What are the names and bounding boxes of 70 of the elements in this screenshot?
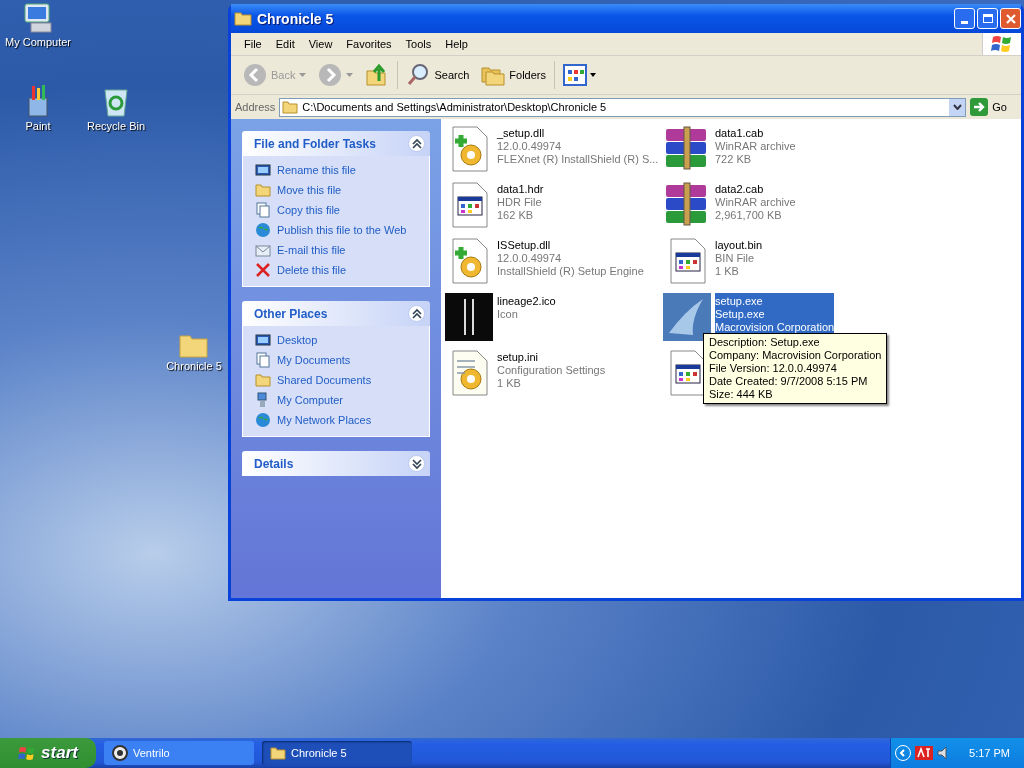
taskbar-button[interactable]: Ventrilo — [104, 741, 254, 765]
menu-item[interactable]: Tools — [398, 38, 439, 50]
file-entry[interactable]: setup.exe Setup.exe Macrovision Corporation — [715, 293, 835, 334]
views-icon — [563, 64, 597, 86]
window-title: Chronicle 5 — [257, 10, 334, 27]
desktop-icon-label[interactable]: My Computer — [5, 36, 71, 48]
menu-item[interactable]: View — [301, 38, 340, 50]
start-button[interactable]: start — [0, 738, 96, 768]
folder-icon[interactable] — [179, 332, 209, 358]
caret-icon — [346, 73, 354, 77]
panel-header[interactable]: Details — [242, 451, 430, 476]
address-field[interactable]: C:\Documents and Settings\Administrator\Desktop\Chronicle 5 — [279, 97, 967, 117]
ring-icon — [112, 745, 128, 761]
windows-flag-icon — [18, 744, 37, 762]
folders-button[interactable]: Folders — [477, 62, 550, 88]
file-tooltip: Description: Setup.exe Company: Macrovision Corporation File Version: 12.0.0.49974 Date Created: 9/7/2008 5:15 PM Size: 444 KB — [703, 333, 888, 404]
go-button[interactable]: Go — [970, 98, 1017, 116]
tray-logo-icon[interactable] — [915, 746, 934, 760]
logo-tile-icon[interactable] — [445, 293, 493, 341]
folder-icon — [234, 11, 252, 26]
copy-icon — [255, 202, 271, 218]
task-link[interactable]: My Computer — [277, 394, 344, 406]
chevron-icon[interactable] — [408, 135, 425, 152]
folder-icon — [270, 746, 286, 760]
clock: 5:17 PM — [969, 747, 1010, 759]
search-button[interactable]: Search — [402, 61, 474, 89]
folder-icon — [255, 372, 271, 388]
address-label: Address — [235, 101, 276, 113]
menu-item[interactable]: Favorites — [339, 38, 399, 50]
documents-icon — [255, 352, 271, 368]
task-link[interactable]: My Documents — [277, 354, 351, 366]
menu-item[interactable]: Help — [438, 38, 475, 50]
computer-icon[interactable] — [21, 2, 55, 34]
task-link[interactable]: Move this file — [277, 184, 342, 196]
folders-icon — [481, 64, 506, 86]
delete-icon — [255, 262, 271, 278]
folder-icon — [282, 100, 299, 114]
minimize-button[interactable] — [954, 8, 975, 29]
caret-icon — [299, 73, 307, 77]
move-icon — [255, 182, 271, 198]
task-link[interactable]: Delete this file — [277, 264, 347, 276]
task-link[interactable]: Desktop — [277, 334, 318, 346]
dropdown-button[interactable] — [949, 98, 966, 116]
panel-header[interactable]: File and Folder Tasks — [242, 131, 430, 156]
publish-icon — [255, 222, 271, 238]
chevron-icon[interactable] — [408, 305, 425, 322]
menu-item[interactable]: File — [237, 38, 269, 50]
desktop-icon-label[interactable]: Chronicle 5 — [166, 360, 222, 372]
task-link[interactable]: Copy this file — [277, 204, 340, 216]
task-link[interactable]: Publish this file to the Web — [277, 224, 407, 236]
caret-icon — [952, 104, 962, 110]
rename-icon — [255, 162, 271, 178]
desktop-icon — [255, 332, 271, 348]
maximize-button[interactable] — [977, 8, 998, 29]
task-link[interactable]: Rename this file — [277, 164, 356, 176]
swoosh-logo-icon[interactable] — [663, 293, 711, 341]
close-button[interactable] — [1000, 8, 1021, 29]
menu-item[interactable]: Edit — [268, 38, 302, 50]
panel-header[interactable]: Other Places — [242, 301, 430, 326]
email-icon — [255, 242, 271, 258]
search-icon — [406, 63, 431, 87]
taskbar-button[interactable]: Chronicle 5 — [262, 741, 412, 765]
network-icon — [255, 412, 271, 428]
chevron-icon[interactable] — [408, 455, 425, 472]
task-link[interactable]: My Network Places — [277, 414, 372, 426]
task-link[interactable]: Shared Documents — [277, 374, 372, 386]
close-icon — [1004, 12, 1017, 25]
desktop-icon-label[interactable]: Paint — [25, 120, 51, 132]
task-link[interactable]: E-mail this file — [277, 244, 346, 256]
desktop-icon-label[interactable]: Recycle Bin — [86, 120, 146, 132]
